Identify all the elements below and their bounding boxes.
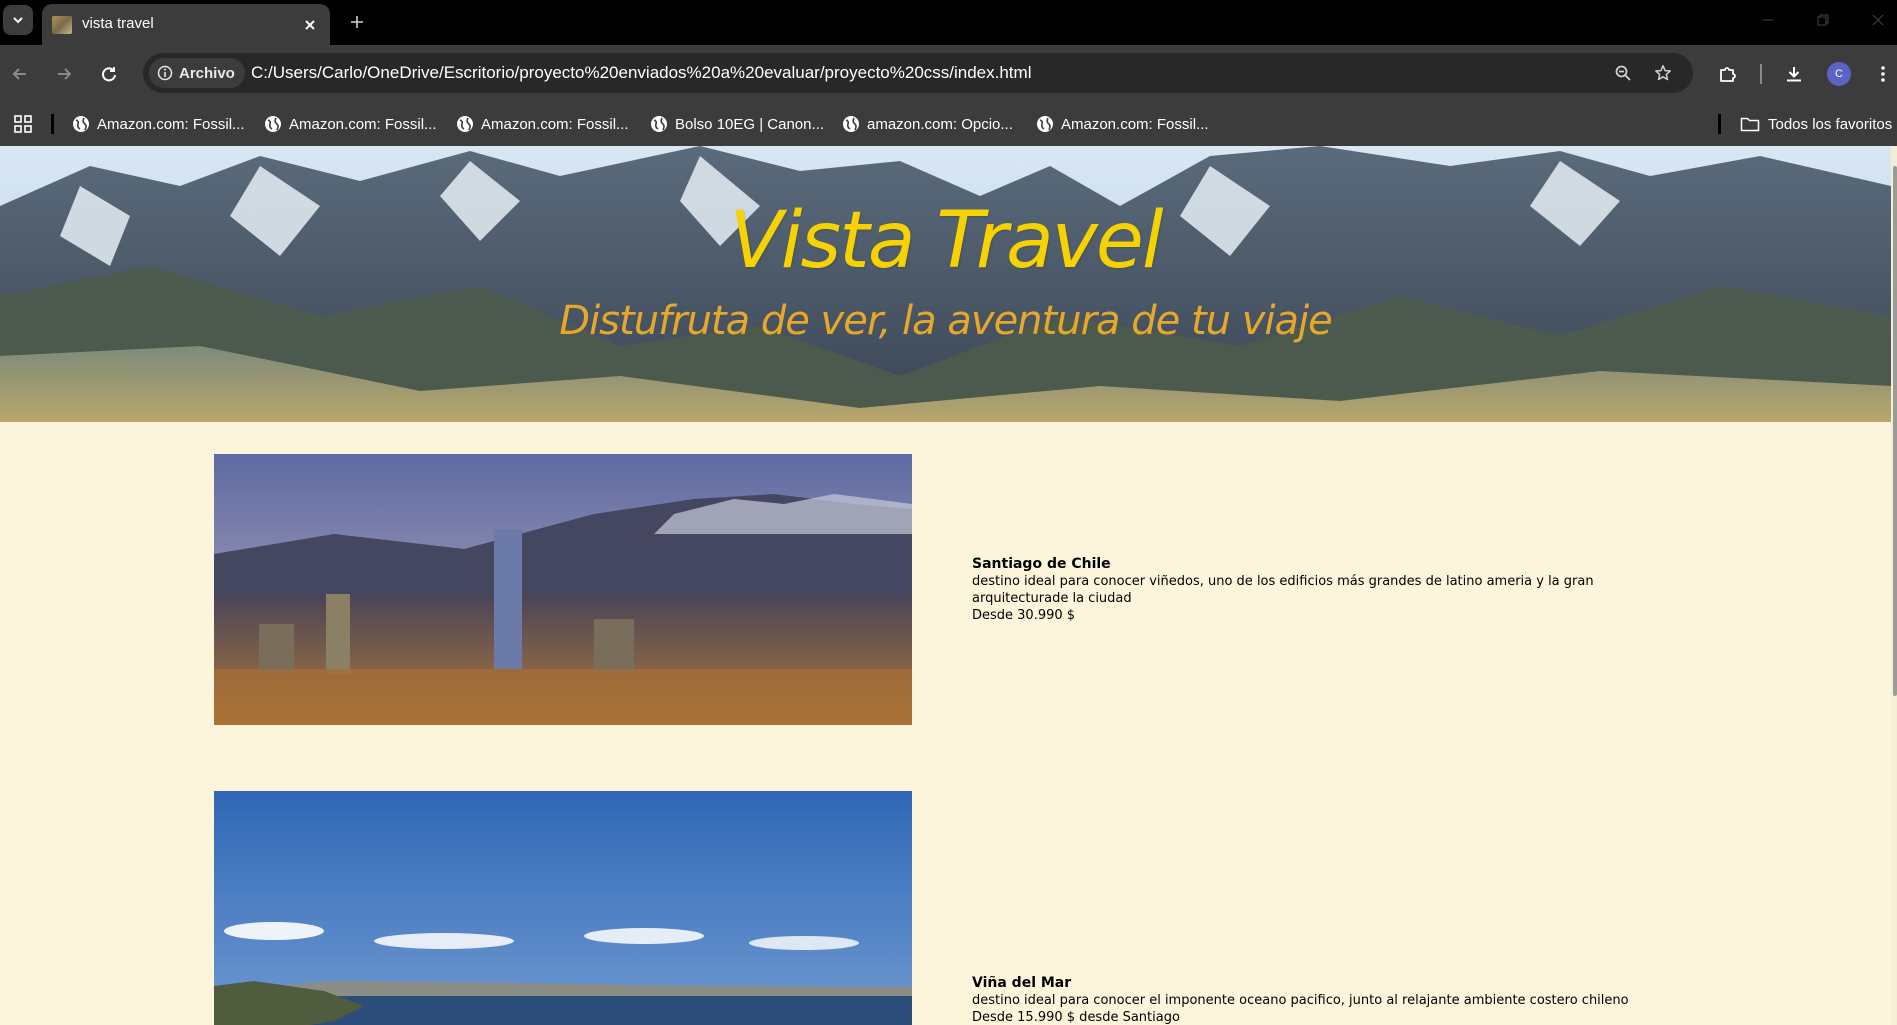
active-tab[interactable]: vista travel <box>42 4 330 45</box>
close-icon <box>305 20 315 30</box>
arrow-right-icon <box>58 68 72 80</box>
address-bar[interactable]: Archivo C:/Users/Carlo/OneDrive/Escritor… <box>143 53 1693 93</box>
bookmark-item[interactable]: Amazon.com: Fossil... <box>1036 112 1209 136</box>
zoom-icon <box>1615 65 1631 81</box>
globe-icon <box>1037 116 1053 132</box>
destination-info: Santiago de Chile destino ideal para con… <box>972 556 1672 624</box>
downloads-button[interactable] <box>1778 58 1810 90</box>
site-info-chip[interactable]: Archivo <box>149 58 245 88</box>
globe-icon <box>73 116 89 132</box>
kebab-menu-icon <box>1881 66 1885 82</box>
destination-price: Desde 15.990 $ desde Santiago <box>972 1010 1180 1025</box>
minimize-button[interactable] <box>1741 0 1795 40</box>
destination-description: destino ideal para conocer viñedos, uno … <box>972 574 1594 606</box>
destination-name: Viña del Mar <box>972 975 1072 991</box>
back-button[interactable] <box>4 58 36 90</box>
santiago-skyline-image <box>214 454 912 725</box>
globe-icon <box>457 116 473 132</box>
close-window-button[interactable] <box>1851 0 1897 40</box>
bookmarks-separator <box>1718 114 1721 134</box>
globe-icon <box>843 116 859 132</box>
bookmark-label: Amazon.com: Fossil... <box>481 115 629 133</box>
profile-avatar[interactable]: C <box>1827 62 1851 86</box>
apps-button[interactable] <box>11 112 35 136</box>
puzzle-icon <box>1720 67 1736 82</box>
browser-toolbar: Archivo C:/Users/Carlo/OneDrive/Escritor… <box>0 45 1897 102</box>
tab-close-button[interactable] <box>298 13 322 37</box>
globe-icon <box>651 116 667 132</box>
bookmark-star-button[interactable] <box>1650 60 1676 86</box>
info-icon <box>157 65 173 81</box>
bookmark-item[interactable]: Bolso 10EG | Canon... <box>650 112 824 136</box>
bookmark-label: Bolso 10EG | Canon... <box>675 115 824 133</box>
url-text[interactable]: C:/Users/Carlo/OneDrive/Escritorio/proye… <box>251 63 1031 83</box>
bookmark-item[interactable]: Amazon.com: Fossil... <box>72 112 245 136</box>
favicon-icon <box>52 16 72 34</box>
globe-icon <box>265 116 281 132</box>
star-icon <box>1655 65 1671 81</box>
bookmarks-bar: Amazon.com: Fossil... Amazon.com: Fossil… <box>0 102 1897 146</box>
destination-description: destino ideal para conocer el imponente … <box>972 993 1629 1008</box>
all-bookmarks-button[interactable]: Todos los favoritos <box>1740 112 1892 136</box>
apps-grid-icon <box>14 115 32 133</box>
bookmark-label: Amazon.com: Fossil... <box>97 115 245 133</box>
restore-icon <box>1817 14 1829 26</box>
bookmark-item[interactable]: Amazon.com: Fossil... <box>456 112 629 136</box>
minimize-icon <box>1763 19 1773 21</box>
folder-icon <box>1740 117 1760 132</box>
zoom-button[interactable] <box>1610 60 1636 86</box>
bookmark-label: Amazon.com: Fossil... <box>1061 115 1209 133</box>
coastline-image <box>214 791 912 1025</box>
hero-subtitle: Distufruta de ver, la aventura de tu via… <box>559 298 1332 344</box>
plus-icon <box>351 16 363 28</box>
arrow-left-icon <box>12 68 26 80</box>
bookmark-label: amazon.com: Opcio... <box>867 115 1013 133</box>
bookmark-item[interactable]: Amazon.com: Fossil... <box>264 112 437 136</box>
page-scrollbar[interactable] <box>1891 146 1897 1025</box>
hero-banner: Vista Travel Distufruta de ver, la avent… <box>0 146 1891 422</box>
restore-button[interactable] <box>1796 0 1850 40</box>
santiago-city-image <box>214 454 912 725</box>
tab-strip: vista travel <box>0 0 1897 45</box>
forward-button[interactable] <box>48 58 80 90</box>
bookmark-label: Amazon.com: Fossil... <box>289 115 437 133</box>
tab-title: vista travel <box>82 15 154 32</box>
scrollbar-thumb[interactable] <box>1893 166 1897 696</box>
close-icon <box>1872 14 1884 26</box>
bookmarks-separator <box>51 114 54 134</box>
chevron-down-icon <box>13 17 23 24</box>
destination-name: Santiago de Chile <box>972 556 1111 572</box>
extensions-button[interactable] <box>1712 58 1744 90</box>
new-tab-button[interactable] <box>342 7 372 37</box>
reload-icon <box>102 67 116 82</box>
destination-price: Desde 30.990 $ <box>972 608 1076 623</box>
toolbar-separator <box>1760 64 1762 84</box>
site-chip-label: Archivo <box>179 64 235 82</box>
tab-search-button[interactable] <box>3 5 33 35</box>
vina-del-mar-image <box>214 791 912 1025</box>
hero-title: Vista Travel <box>729 196 1163 286</box>
all-bookmarks-label: Todos los favoritos <box>1768 115 1893 133</box>
page-viewport: Vista Travel Distufruta de ver, la avent… <box>0 146 1897 1025</box>
reload-button[interactable] <box>93 58 125 90</box>
browser-menu-button[interactable] <box>1867 58 1897 90</box>
download-icon <box>1787 67 1801 82</box>
destination-info: Viña del Mar destino ideal para conocer … <box>972 975 1672 1025</box>
bookmark-item[interactable]: amazon.com: Opcio... <box>842 112 1013 136</box>
